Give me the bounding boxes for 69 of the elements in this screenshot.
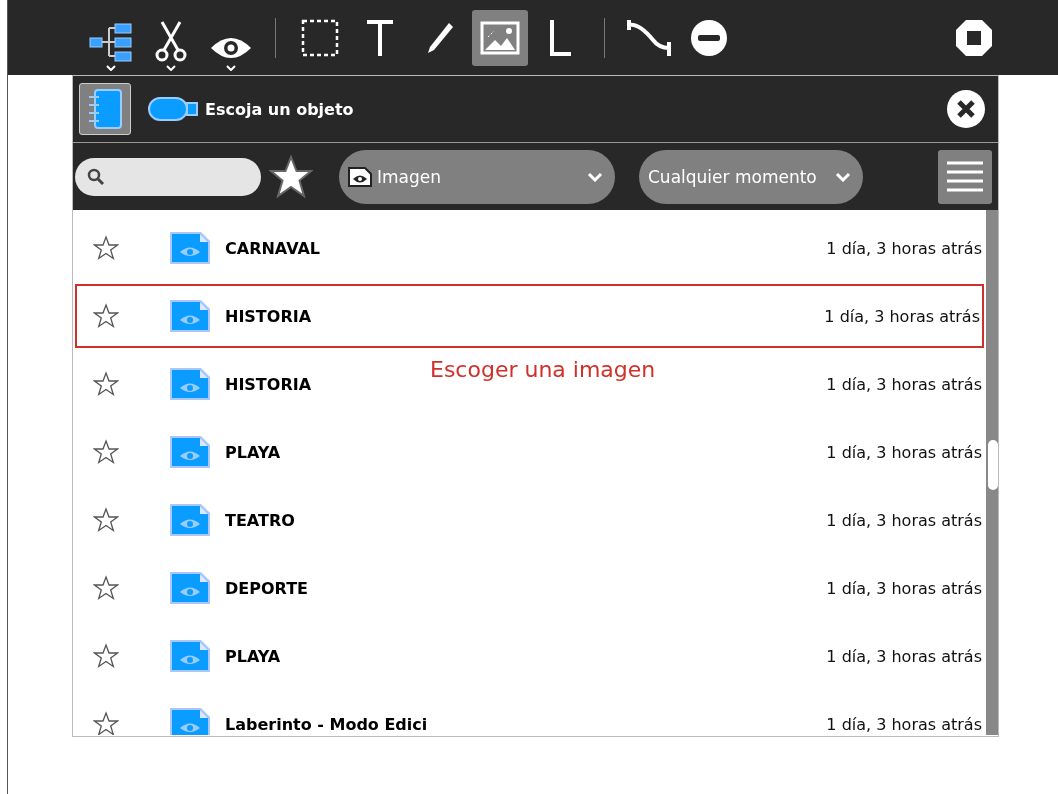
scissors-icon xyxy=(154,19,188,62)
stop-icon xyxy=(954,17,994,58)
search-icon xyxy=(87,167,105,186)
favorite-star-button[interactable] xyxy=(93,575,119,601)
menu-button[interactable] xyxy=(938,149,992,204)
favorite-star-button[interactable] xyxy=(93,643,119,669)
image-file-icon xyxy=(169,367,211,401)
entry-title[interactable]: CARNAVAL xyxy=(225,238,827,258)
entry-title[interactable]: HISTORIA xyxy=(225,306,825,326)
minus-circle-icon xyxy=(689,17,729,58)
star-icon xyxy=(93,235,119,261)
entry-title[interactable]: PLAYA xyxy=(225,442,827,462)
star-icon xyxy=(93,303,119,329)
star-icon xyxy=(93,575,119,601)
entry-title[interactable]: TEATRO xyxy=(225,510,827,530)
favorite-star-button[interactable] xyxy=(93,507,119,533)
entry-time: 1 día, 3 horas atrás xyxy=(826,442,982,462)
letter-t-icon xyxy=(365,17,395,58)
favorite-star-button[interactable] xyxy=(93,711,119,735)
star-icon xyxy=(93,439,119,465)
annotation-label: Escoger una imagen xyxy=(430,357,656,382)
entry-title[interactable]: PLAYA xyxy=(225,646,827,666)
caret-icon xyxy=(106,64,116,71)
image-file-icon xyxy=(169,503,211,537)
type-filter-dropdown[interactable]: Imagen xyxy=(339,149,615,204)
image-file-icon xyxy=(169,639,211,673)
entry-time: 1 día, 3 horas atrás xyxy=(826,714,982,734)
chevron-icon xyxy=(835,171,851,182)
entry-time: 1 día, 3 horas atrás xyxy=(824,306,980,326)
entry-time: 1 día, 3 horas atrás xyxy=(826,578,982,598)
image-icon xyxy=(480,20,520,55)
favorite-star-button[interactable] xyxy=(93,235,119,261)
highlighted-list-row[interactable]: HISTORIA 1 día, 3 horas atrás xyxy=(73,282,986,350)
star-icon xyxy=(93,643,119,669)
connector-line-icon xyxy=(625,17,673,58)
entry-title[interactable]: DEPORTE xyxy=(225,578,827,598)
document-eye-icon xyxy=(347,165,373,188)
chevron-icon xyxy=(587,171,603,182)
favorite-star-button[interactable] xyxy=(93,371,119,397)
letter-l-icon xyxy=(547,17,573,58)
star-icon xyxy=(93,507,119,533)
image-file-icon xyxy=(169,707,211,735)
star-icon xyxy=(269,154,313,199)
entry-title[interactable]: Laberinto - Modo Edici xyxy=(225,714,827,734)
search-field[interactable] xyxy=(75,157,261,196)
entry-time: 1 día, 3 horas atrás xyxy=(826,374,982,394)
scrollbar[interactable] xyxy=(986,210,998,735)
image-file-icon xyxy=(169,571,211,605)
star-icon xyxy=(93,371,119,397)
entry-time: 1 día, 3 horas atrás xyxy=(826,510,982,530)
time-filter-dropdown[interactable]: Cualquier momento xyxy=(639,149,863,204)
favorite-star-button[interactable] xyxy=(93,439,119,465)
caret-icon xyxy=(166,64,176,71)
image-tool-button[interactable] xyxy=(472,9,528,66)
image-file-icon xyxy=(169,299,211,333)
entry-time: 1 día, 3 horas atrás xyxy=(826,238,982,258)
image-file-icon xyxy=(169,231,211,265)
favorites-button[interactable] xyxy=(269,154,313,199)
menu-icon xyxy=(945,159,985,194)
tree-diagram-icon xyxy=(89,21,133,62)
entry-time: 1 día, 3 horas atrás xyxy=(826,646,982,666)
dashed-rectangle-icon xyxy=(300,17,340,58)
dialog-title: Escoja un objeto xyxy=(205,99,354,119)
close-icon xyxy=(946,89,986,129)
favorite-star-button[interactable] xyxy=(93,303,119,329)
image-file-icon xyxy=(169,435,211,469)
usb-drive-icon xyxy=(147,95,199,123)
close-button[interactable] xyxy=(946,89,986,129)
caret-icon xyxy=(226,64,236,71)
